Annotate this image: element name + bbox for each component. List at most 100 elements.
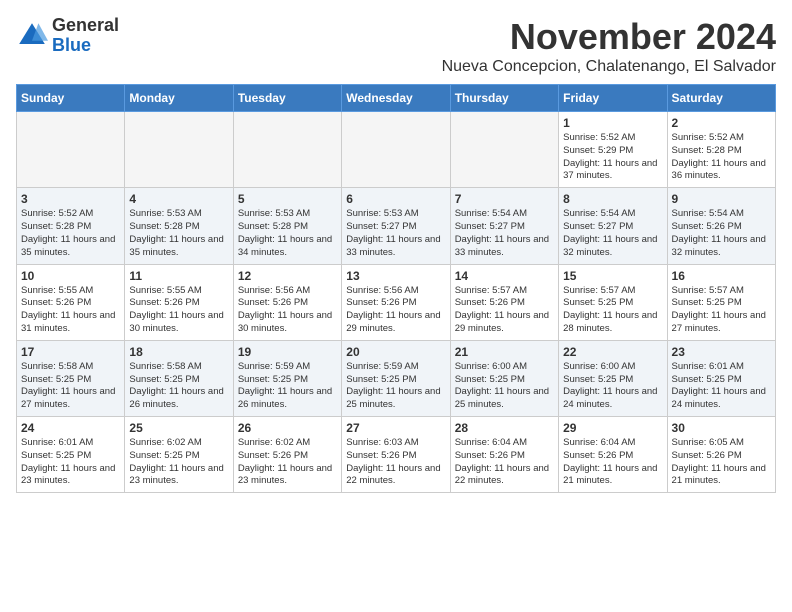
day-info: Sunrise: 6:01 AMSunset: 5:25 PMDaylight:… xyxy=(21,437,120,488)
page-header: General Blue November 2024 Nueva Concepc… xyxy=(16,16,776,76)
day-info: Sunrise: 5:55 AMSunset: 5:26 PMDaylight:… xyxy=(129,285,228,336)
day-number: 24 xyxy=(21,421,120,435)
logo-icon xyxy=(16,20,48,52)
weekday-header: Thursday xyxy=(450,85,558,112)
day-number: 15 xyxy=(563,269,662,283)
calendar-cell: 14Sunrise: 5:57 AMSunset: 5:26 PMDayligh… xyxy=(450,264,558,340)
calendar-cell: 18 Sunrise: 5:58 AMSunset: 5:25 PMDayligh… xyxy=(125,340,233,416)
calendar-cell: 19 Sunrise: 5:59 AMSunset: 5:25 PMDayligh… xyxy=(233,340,341,416)
calendar-cell: 1 Sunrise: 5:52 AMSunset: 5:29 PMDaylight… xyxy=(559,112,667,188)
day-info: Sunrise: 5:58 AMSunset: 5:25 PMDaylight:… xyxy=(21,361,120,412)
calendar-cell: 12 Sunrise: 5:56 AMSunset: 5:26 PMDayligh… xyxy=(233,264,341,340)
day-number: 18 xyxy=(129,345,228,359)
calendar-cell: 26 Sunrise: 6:02 AMSunset: 5:26 PMDayligh… xyxy=(233,417,341,493)
logo: General Blue xyxy=(16,16,119,56)
day-number: 25 xyxy=(129,421,228,435)
calendar-cell: 11 Sunrise: 5:55 AMSunset: 5:26 PMDayligh… xyxy=(125,264,233,340)
day-number: 11 xyxy=(129,269,228,283)
weekday-header: Saturday xyxy=(667,85,775,112)
logo-general: General xyxy=(52,15,119,35)
day-info: Sunrise: 5:58 AMSunset: 5:25 PMDaylight:… xyxy=(129,361,228,412)
calendar-cell: 8 Sunrise: 5:54 AMSunset: 5:27 PMDaylight… xyxy=(559,188,667,264)
day-number: 26 xyxy=(238,421,337,435)
day-info: Sunrise: 5:56 AMSunset: 5:26 PMDaylight:… xyxy=(346,285,445,336)
weekday-header: Tuesday xyxy=(233,85,341,112)
day-number: 30 xyxy=(672,421,771,435)
day-number: 19 xyxy=(238,345,337,359)
day-number: 3 xyxy=(21,192,120,206)
calendar-cell xyxy=(342,112,450,188)
day-info: Sunrise: 6:05 AMSunset: 5:26 PMDaylight:… xyxy=(672,437,771,488)
calendar-cell: 5 Sunrise: 5:53 AMSunset: 5:28 PMDaylight… xyxy=(233,188,341,264)
day-info: Sunrise: 5:59 AMSunset: 5:25 PMDaylight:… xyxy=(238,361,337,412)
day-number: 27 xyxy=(346,421,445,435)
calendar-cell: 10Sunrise: 5:55 AMSunset: 5:26 PMDayligh… xyxy=(17,264,125,340)
day-number: 29 xyxy=(563,421,662,435)
day-number: 28 xyxy=(455,421,554,435)
day-number: 8 xyxy=(563,192,662,206)
day-info: Sunrise: 6:04 AMSunset: 5:26 PMDaylight:… xyxy=(455,437,554,488)
calendar-cell: 23 Sunrise: 6:01 AMSunset: 5:25 PMDayligh… xyxy=(667,340,775,416)
location-subtitle: Nueva Concepcion, Chalatenango, El Salva… xyxy=(442,58,776,76)
calendar-cell: 20 Sunrise: 5:59 AMSunset: 5:25 PMDayligh… xyxy=(342,340,450,416)
calendar-cell: 28 Sunrise: 6:04 AMSunset: 5:26 PMDayligh… xyxy=(450,417,558,493)
calendar-cell: 22Sunrise: 6:00 AMSunset: 5:25 PMDayligh… xyxy=(559,340,667,416)
day-number: 13 xyxy=(346,269,445,283)
day-info: Sunrise: 6:00 AMSunset: 5:25 PMDaylight:… xyxy=(455,361,554,412)
calendar-week-row: 24 Sunrise: 6:01 AMSunset: 5:25 PMDayligh… xyxy=(17,417,776,493)
day-number: 14 xyxy=(455,269,554,283)
day-info: Sunrise: 6:00 AMSunset: 5:25 PMDaylight:… xyxy=(563,361,662,412)
day-number: 9 xyxy=(672,192,771,206)
calendar-week-row: 17 Sunrise: 5:58 AMSunset: 5:25 PMDayligh… xyxy=(17,340,776,416)
calendar-cell: 15 Sunrise: 5:57 AMSunset: 5:25 PMDayligh… xyxy=(559,264,667,340)
day-info: Sunrise: 5:59 AMSunset: 5:25 PMDaylight:… xyxy=(346,361,445,412)
weekday-header-row: SundayMondayTuesdayWednesdayThursdayFrid… xyxy=(17,85,776,112)
calendar-cell: 29Sunrise: 6:04 AMSunset: 5:26 PMDayligh… xyxy=(559,417,667,493)
month-title: November 2024 xyxy=(442,16,776,58)
day-info: Sunrise: 5:57 AMSunset: 5:25 PMDaylight:… xyxy=(563,285,662,336)
day-number: 6 xyxy=(346,192,445,206)
day-number: 23 xyxy=(672,345,771,359)
day-info: Sunrise: 5:56 AMSunset: 5:26 PMDaylight:… xyxy=(238,285,337,336)
calendar-cell xyxy=(17,112,125,188)
calendar-cell: 27 Sunrise: 6:03 AMSunset: 5:26 PMDayligh… xyxy=(342,417,450,493)
weekday-header: Wednesday xyxy=(342,85,450,112)
weekday-header: Friday xyxy=(559,85,667,112)
day-number: 1 xyxy=(563,116,662,130)
day-info: Sunrise: 6:02 AMSunset: 5:26 PMDaylight:… xyxy=(238,437,337,488)
title-block: November 2024 Nueva Concepcion, Chalaten… xyxy=(442,16,776,76)
day-info: Sunrise: 6:03 AMSunset: 5:26 PMDaylight:… xyxy=(346,437,445,488)
calendar-week-row: 1 Sunrise: 5:52 AMSunset: 5:29 PMDaylight… xyxy=(17,112,776,188)
day-info: Sunrise: 5:52 AMSunset: 5:29 PMDaylight:… xyxy=(563,132,662,183)
calendar-cell: 30 Sunrise: 6:05 AMSunset: 5:26 PMDayligh… xyxy=(667,417,775,493)
day-number: 7 xyxy=(455,192,554,206)
calendar-cell: 21 Sunrise: 6:00 AMSunset: 5:25 PMDayligh… xyxy=(450,340,558,416)
calendar-week-row: 3 Sunrise: 5:52 AMSunset: 5:28 PMDaylight… xyxy=(17,188,776,264)
day-info: Sunrise: 5:54 AMSunset: 5:27 PMDaylight:… xyxy=(455,208,554,259)
day-info: Sunrise: 5:53 AMSunset: 5:28 PMDaylight:… xyxy=(129,208,228,259)
weekday-header: Monday xyxy=(125,85,233,112)
day-number: 17 xyxy=(21,345,120,359)
day-number: 12 xyxy=(238,269,337,283)
day-info: Sunrise: 5:53 AMSunset: 5:28 PMDaylight:… xyxy=(238,208,337,259)
day-number: 20 xyxy=(346,345,445,359)
day-info: Sunrise: 5:53 AMSunset: 5:27 PMDaylight:… xyxy=(346,208,445,259)
weekday-header: Sunday xyxy=(17,85,125,112)
day-info: Sunrise: 6:02 AMSunset: 5:25 PMDaylight:… xyxy=(129,437,228,488)
day-number: 10 xyxy=(21,269,120,283)
calendar-table: SundayMondayTuesdayWednesdayThursdayFrid… xyxy=(16,84,776,493)
day-info: Sunrise: 5:54 AMSunset: 5:26 PMDaylight:… xyxy=(672,208,771,259)
day-info: Sunrise: 5:52 AMSunset: 5:28 PMDaylight:… xyxy=(672,132,771,183)
day-info: Sunrise: 5:52 AMSunset: 5:28 PMDaylight:… xyxy=(21,208,120,259)
calendar-cell: 2 Sunrise: 5:52 AMSunset: 5:28 PMDaylight… xyxy=(667,112,775,188)
logo-blue: Blue xyxy=(52,35,91,55)
day-info: Sunrise: 5:57 AMSunset: 5:25 PMDaylight:… xyxy=(672,285,771,336)
day-number: 5 xyxy=(238,192,337,206)
calendar-cell: 3 Sunrise: 5:52 AMSunset: 5:28 PMDaylight… xyxy=(17,188,125,264)
day-number: 21 xyxy=(455,345,554,359)
day-info: Sunrise: 6:01 AMSunset: 5:25 PMDaylight:… xyxy=(672,361,771,412)
calendar-cell: 24 Sunrise: 6:01 AMSunset: 5:25 PMDayligh… xyxy=(17,417,125,493)
day-number: 2 xyxy=(672,116,771,130)
day-info: Sunrise: 5:54 AMSunset: 5:27 PMDaylight:… xyxy=(563,208,662,259)
calendar-cell: 6 Sunrise: 5:53 AMSunset: 5:27 PMDaylight… xyxy=(342,188,450,264)
